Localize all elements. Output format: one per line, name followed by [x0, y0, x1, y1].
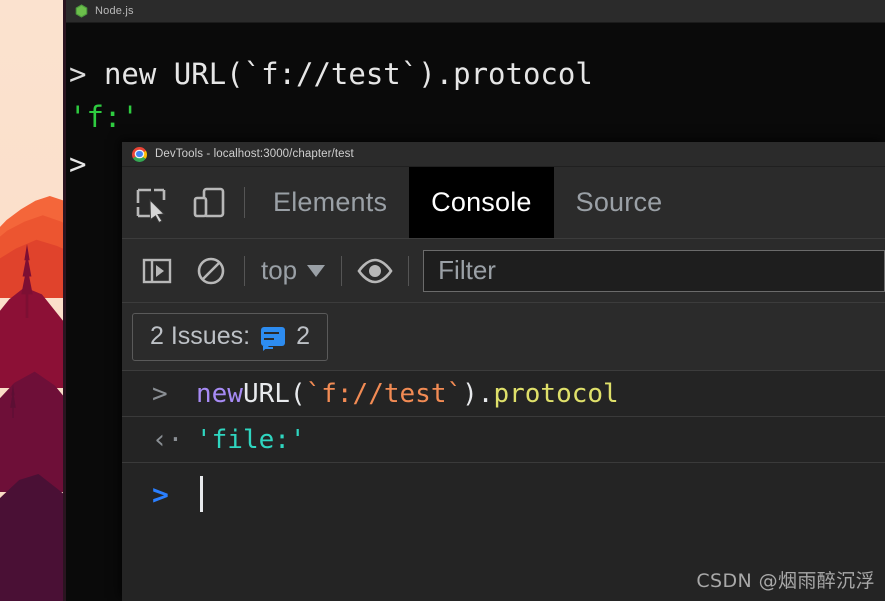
inspect-element-icon[interactable] [122, 167, 180, 238]
nodejs-title-text: Node.js [95, 5, 134, 17]
console-prompt-chevron-icon: > [152, 477, 169, 511]
console-text-caret [200, 476, 203, 512]
console-token-function: URL( [242, 378, 306, 409]
console-token-property: protocol [493, 378, 619, 409]
toolbar-divider-3 [408, 255, 410, 286]
console-prompt-row[interactable]: > [122, 463, 885, 525]
console-sidebar-icon[interactable] [130, 239, 184, 303]
console-input-row: > new URL( `f://test` ). protocol [122, 371, 885, 417]
console-token-string: `f://test` [305, 378, 463, 409]
issues-bar: 2 Issues: 2 [122, 303, 885, 371]
devtools-tabstrip: Elements Console Source [122, 167, 885, 239]
nodejs-input-line: > new URL(`f://test`).protocol [69, 60, 593, 89]
execution-context-label: top [261, 255, 298, 285]
console-filter-toolbar: top Filter [122, 239, 885, 303]
execution-context-select[interactable]: top [251, 255, 335, 286]
console-output-gutter-icon: ‹· [152, 424, 184, 455]
nodejs-prompt-1: > [69, 57, 87, 91]
tabstrip-divider [244, 187, 245, 218]
desktop-wallpaper [0, 0, 66, 601]
tab-sources[interactable]: Source [554, 167, 685, 238]
devtools-titlebar: DevTools - localhost:3000/chapter/test [122, 142, 885, 167]
chrome-logo-icon [132, 146, 147, 162]
filter-placeholder-text: Filter [438, 255, 496, 285]
console-input-gutter-icon: > [152, 378, 168, 409]
tab-console[interactable]: Console [409, 167, 554, 238]
device-toolbar-icon[interactable] [180, 167, 238, 238]
issue-bubble-icon [261, 327, 286, 351]
issues-button[interactable]: 2 Issues: 2 [132, 312, 328, 361]
nodejs-titlebar: Node.js [66, 0, 885, 23]
console-token-keyword: new [196, 378, 243, 409]
console-filter-input[interactable]: Filter [423, 249, 885, 292]
toolbar-divider-1 [244, 255, 245, 286]
issues-label: 2 Issues: [150, 322, 251, 350]
console-log-area[interactable]: > new URL( `f://test` ). protocol ‹· 'fi… [122, 371, 885, 525]
chevron-down-icon [307, 264, 326, 277]
nodejs-prompt-line: > [69, 147, 87, 181]
clear-console-icon[interactable] [184, 239, 238, 303]
csdn-watermark: CSDN @烟雨醉沉浮 [696, 570, 875, 592]
nodejs-output-line: 'f:' [69, 100, 139, 134]
tab-elements[interactable]: Elements [251, 167, 409, 238]
console-token-close: ). [462, 378, 494, 409]
nodejs-hexagon-icon [75, 4, 88, 18]
devtools-title-text: DevTools - localhost:3000/chapter/test [155, 148, 354, 160]
nodejs-input-text: new URL(`f://test`).protocol [103, 57, 593, 91]
live-expression-eye-icon[interactable] [348, 239, 402, 303]
devtools-window: DevTools - localhost:3000/chapter/test E… [122, 142, 885, 601]
issues-count: 2 [296, 322, 310, 350]
console-output-value: 'file:' [196, 424, 306, 455]
console-output-row: ‹· 'file:' [122, 417, 885, 463]
issue-bubble-tail [263, 346, 270, 351]
toolbar-divider-2 [341, 255, 343, 286]
